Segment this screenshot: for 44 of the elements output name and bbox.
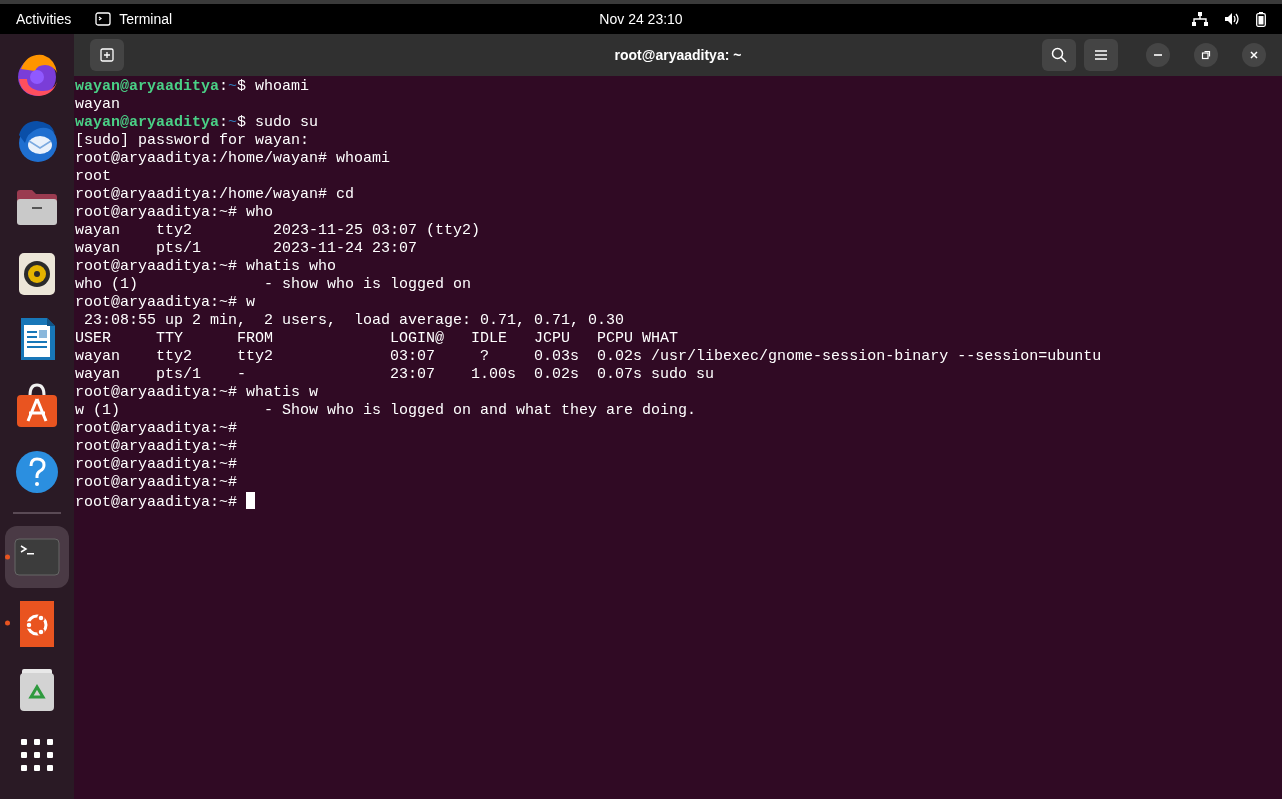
terminal-line: wayan tty2 tty2 03:07 ? 0.03s 0.02s /usr/libexec/gnome-session-binary --session=ubuntu xyxy=(75,348,1102,366)
terminal-line: [sudo] password for wayan: xyxy=(75,132,310,150)
search-icon xyxy=(1051,47,1067,63)
terminal-line: root@aryaaditya:/home/wayan# whoami xyxy=(75,150,391,168)
activities-button[interactable]: Activities xyxy=(16,8,72,30)
menu-icon xyxy=(1094,49,1108,61)
new-tab-button[interactable] xyxy=(90,39,124,71)
terminal-line: 23:08:55 up 2 min, 2 users, load average: 0.71, 0.71, 0.30 xyxy=(83,312,625,330)
window-title: root@aryaaditya: ~ xyxy=(614,47,742,63)
terminal-line: wayan pts/1 2023-11-24 23:07 xyxy=(75,240,418,258)
terminal-line: w (1) - Show who is logged on and what they are doing. xyxy=(75,402,697,420)
terminal-line: root@aryaaditya:~# w xyxy=(75,294,256,312)
terminal-line: USER TTY FROM LOGIN@ IDLE JCPU PCPU WHAT xyxy=(75,330,679,348)
terminal-line: root@aryaaditya:~# xyxy=(75,438,238,456)
terminal-line: who (1) - show who is logged on xyxy=(75,276,472,294)
restore-icon xyxy=(1201,50,1211,60)
terminal-line: root@aryaaditya:/home/wayan# cd xyxy=(75,186,355,204)
terminal-line: wayan@aryaaditya:~$ whoami xyxy=(75,78,310,96)
network-icon[interactable] xyxy=(1192,12,1208,26)
terminal-line: root xyxy=(75,168,111,186)
minimize-button[interactable] xyxy=(1146,43,1170,67)
clock[interactable]: Nov 24 23:10 xyxy=(599,11,683,27)
terminal-line: root@aryaaditya:~# xyxy=(75,474,238,492)
new-tab-icon xyxy=(100,48,114,62)
app-menu[interactable]: Terminal xyxy=(95,8,173,30)
close-button[interactable] xyxy=(1242,43,1266,67)
terminal-line: root@aryaaditya:~# whatis who xyxy=(75,258,337,276)
terminal-line: wayan pts/1 - 23:07 1.00s 0.02s 0.07s sudo su xyxy=(75,366,715,384)
search-button[interactable] xyxy=(1042,39,1076,71)
volume-icon[interactable] xyxy=(1224,12,1240,26)
terminal-icon xyxy=(95,12,112,26)
terminal-line: root@aryaaditya:~# xyxy=(75,420,238,438)
terminal-line: root@aryaaditya:~# whatis w xyxy=(75,384,319,402)
terminal-line: root@aryaaditya:~# xyxy=(75,456,238,474)
terminal-line: root@aryaaditya:~# who xyxy=(75,204,274,222)
terminal-line: root@aryaaditya:~# xyxy=(75,492,256,512)
battery-icon[interactable] xyxy=(1256,11,1266,27)
terminal-line: wayan xyxy=(75,96,120,114)
terminal-line: wayan tty2 2023-11-25 03:07 (tty2) xyxy=(75,222,481,240)
restore-button[interactable] xyxy=(1194,43,1218,67)
minimize-icon xyxy=(1154,54,1162,56)
menu-button[interactable] xyxy=(1084,39,1118,71)
terminal-line: wayan@aryaaditya:~$ sudo su xyxy=(75,114,319,132)
close-icon xyxy=(1249,50,1259,60)
